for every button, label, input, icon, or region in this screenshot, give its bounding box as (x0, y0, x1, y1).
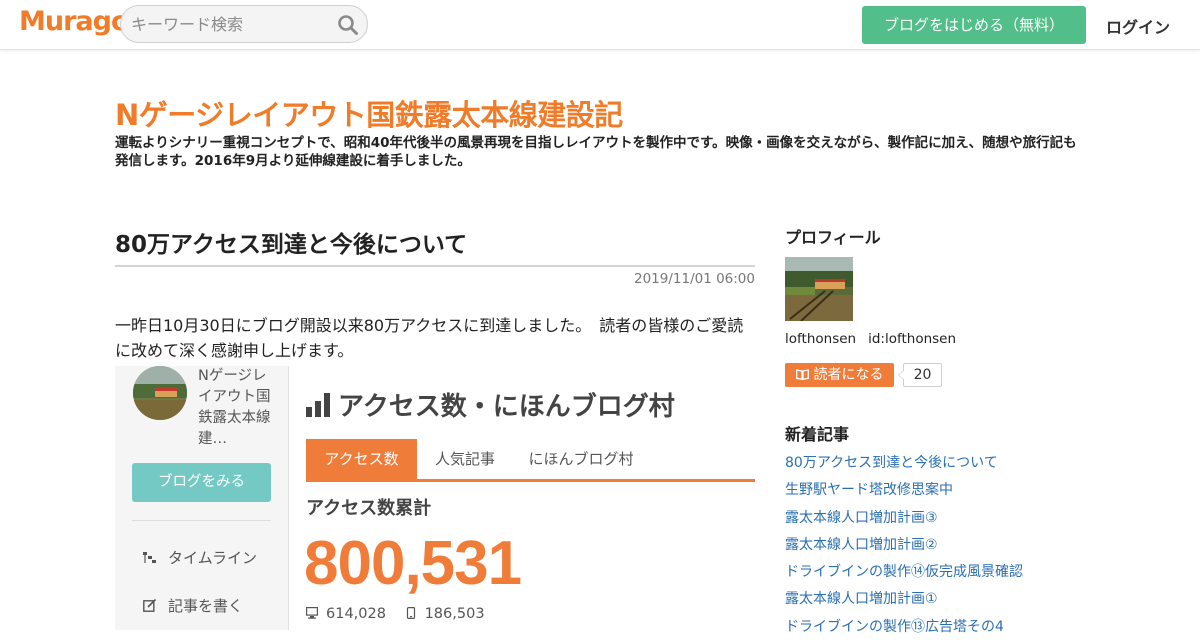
embed-access-panel: アクセス数・にほんブログ村 アクセス数 人気記事 にほんブログ村 アクセス数累計… (304, 366, 755, 630)
book-icon (795, 369, 809, 380)
recent-post-link[interactable]: 露太本線人口増加計画① (785, 589, 1023, 616)
recent-post-link[interactable]: 生野駅ヤード塔改修思案中 (785, 480, 1023, 507)
profile-image[interactable] (785, 257, 853, 321)
write-icon (143, 599, 156, 612)
profile-names: lofthonsen id:lofthonsen (785, 331, 956, 347)
article-body: 一昨日10月30日にブログ開設以来80万アクセスに到達しました。 読者の皆様のご… (115, 316, 744, 360)
embed-heading-text: アクセス数・にほんブログ村 (338, 392, 675, 422)
embed-menu-label: タイムライン (168, 549, 257, 567)
profile-user-id: id:lofthonsen (868, 331, 957, 347)
recent-post-link[interactable]: 露太本線人口増加計画② (785, 535, 1023, 562)
recent-post-link[interactable]: 露太本線人口増加計画③ (785, 508, 1023, 535)
search-input[interactable] (131, 6, 331, 42)
embed-tab-access: アクセス数 (306, 439, 417, 479)
embed-view-blog-button: ブログをみる (132, 463, 271, 502)
search-box[interactable] (120, 5, 368, 43)
start-blog-button[interactable]: ブログをはじめる（無料） (862, 6, 1086, 44)
article-screenshot-image: Nゲージレイアウト国鉄露太本線建… ブログをみる タイムライン 記事を書く アク… (115, 366, 755, 630)
reader-count: 20 (898, 363, 942, 387)
embed-subheading: アクセス数累計 (306, 498, 432, 519)
login-link[interactable]: ログイン (1106, 14, 1170, 38)
bar-chart-icon (306, 393, 330, 417)
recent-post-link[interactable]: ドライブインの製作⑭仮完成風景確認 (785, 562, 1023, 589)
search-icon[interactable] (337, 14, 359, 36)
profile-heading: プロフィール (785, 228, 881, 247)
mobile-icon (406, 607, 415, 619)
embed-divider (132, 520, 271, 521)
become-reader-button[interactable]: 読者になる (785, 363, 894, 387)
profile-username[interactable]: lofthonsen (785, 331, 856, 347)
blog-description: 運転よりシナリー重視コンセプトで、昭和40年代後半の風景再現を目指しレイアウトを… (115, 135, 1077, 169)
recent-posts-list: 80万アクセス到達と今後について 生野駅ヤード塔改修思案中 露太本線人口増加計画… (785, 453, 1023, 644)
recent-posts-heading: 新着記事 (785, 425, 850, 444)
embed-avatar (133, 366, 187, 420)
become-reader-label: 読者になる (813, 367, 884, 383)
embed-device-stats: 614,028 186,503 (306, 606, 485, 622)
embed-tab-popular: 人気記事 (434, 450, 495, 468)
embed-blog-name: Nゲージレイアウト国鉄露太本線建… (198, 368, 271, 447)
article-date: 2019/11/01 06:00 (633, 271, 755, 287)
recent-post-link[interactable]: 80万アクセス到達と今後について (785, 453, 1023, 480)
embed-tab-blogmura: にほんブログ村 (528, 450, 634, 468)
embed-menu-timeline: タイムライン (143, 547, 257, 568)
embed-mobile-count: 186,503 (424, 606, 485, 622)
article-title[interactable]: 80万アクセス到達と今後について (115, 225, 755, 267)
embed-total-count: 800,531 (304, 529, 522, 598)
recent-post-link[interactable]: ドライブインの製作⑬広告塔その4 (785, 617, 1023, 644)
blog-title[interactable]: Nゲージレイアウト国鉄露太本線建設記 (115, 92, 623, 134)
desktop-icon (306, 607, 318, 619)
embed-sidebar: Nゲージレイアウト国鉄露太本線建… ブログをみる タイムライン 記事を書く (115, 366, 289, 630)
embed-menu-label: 記事を書く (168, 597, 244, 615)
embed-heading: アクセス数・にほんブログ村 (306, 386, 675, 423)
timeline-icon (143, 552, 156, 563)
embed-tabs: アクセス数 人気記事 にほんブログ村 (306, 439, 755, 482)
embed-menu-write: 記事を書く (143, 595, 243, 616)
top-bar: Muragon ブログをはじめる（無料） ログイン (0, 0, 1200, 50)
embed-pc-count: 614,028 (326, 606, 386, 622)
